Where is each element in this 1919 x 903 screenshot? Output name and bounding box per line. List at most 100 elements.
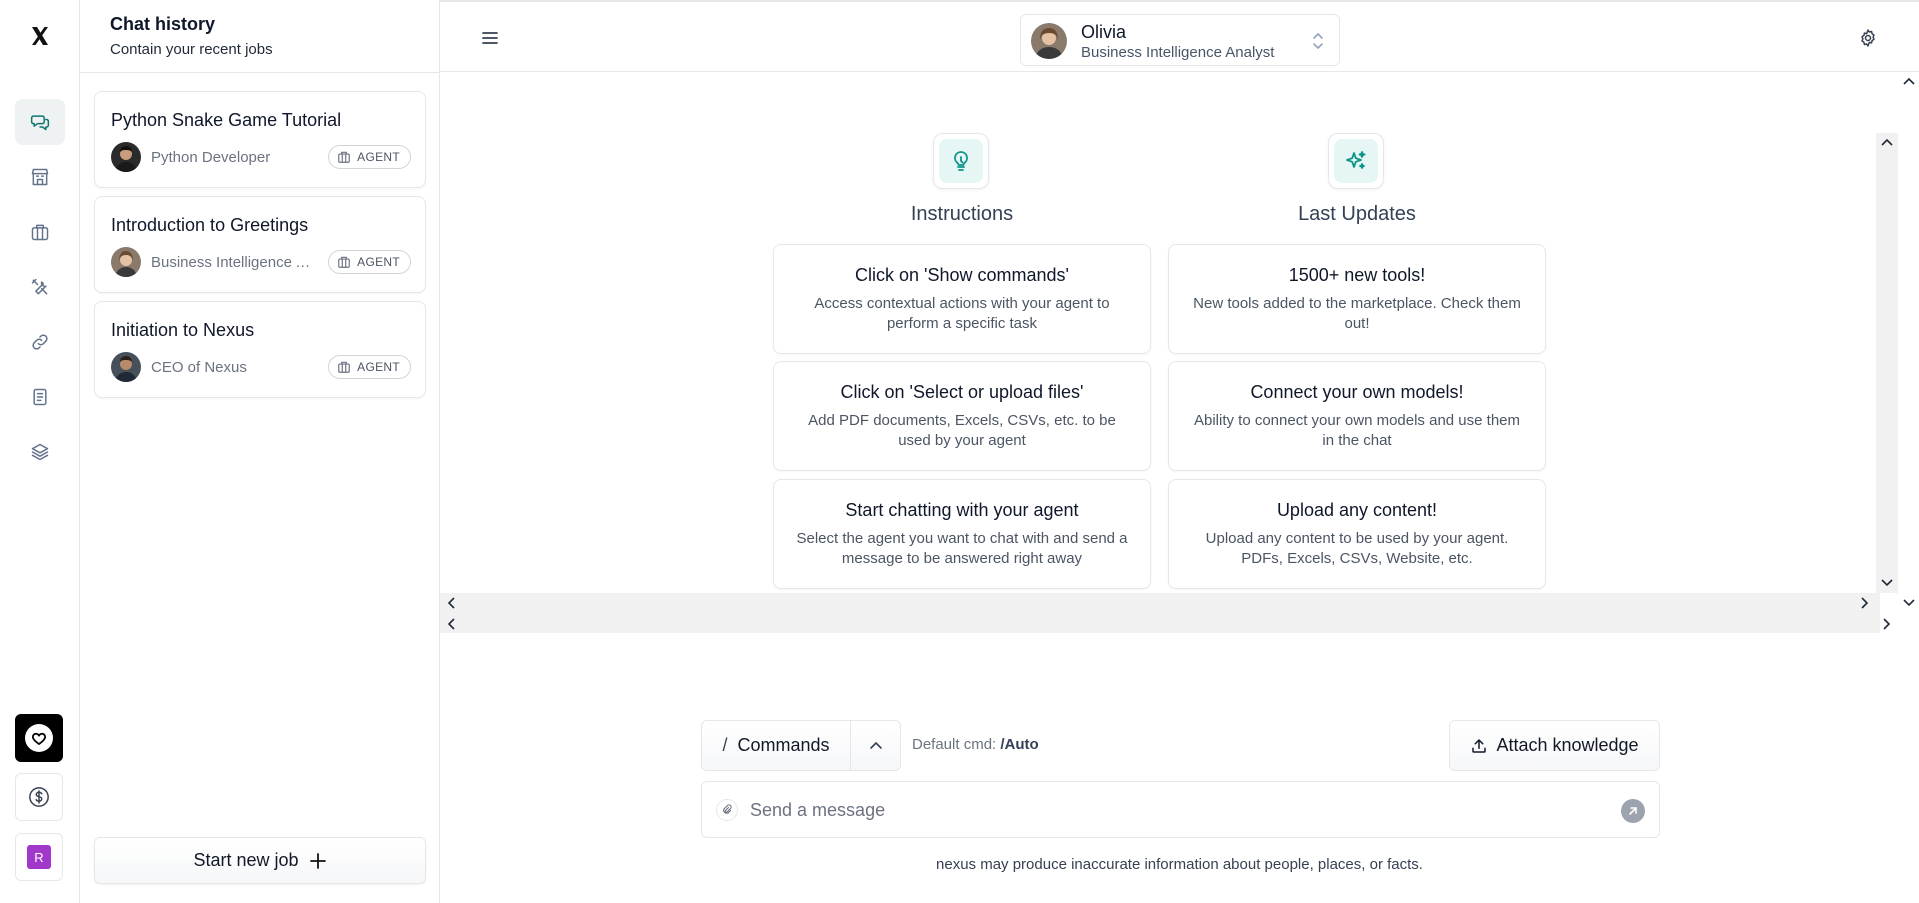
instructions-icon-box [933, 133, 989, 189]
card-description: Ability to connect your own models and u… [1193, 412, 1520, 449]
icon-rail: R [0, 0, 80, 903]
update-card: Upload any content! Upload any content t… [1168, 479, 1546, 589]
layers-icon [31, 443, 49, 461]
agent-role: Python Developer [151, 149, 271, 166]
paperclip-icon [723, 804, 732, 814]
send-button[interactable] [1621, 799, 1645, 823]
divider [80, 72, 440, 73]
agent-badge: AGENT [328, 355, 411, 379]
disclaimer-text: nexus may produce inaccurate information… [936, 856, 1423, 873]
job-card[interactable]: Introduction to Greetings Business Intel… [94, 196, 426, 293]
attach-knowledge-button[interactable]: Attach knowledge [1449, 720, 1660, 771]
agent-name: Olivia [1081, 22, 1127, 42]
agent-avatar [111, 142, 141, 172]
agent-badge: AGENT [328, 145, 411, 169]
agent-role: Business Intelligence Analyst [151, 254, 316, 271]
updates-icon-box [1328, 133, 1384, 189]
card-title: 1500+ new tools! [1288, 265, 1426, 285]
rail-chat-button[interactable] [15, 99, 65, 145]
scroll-down-arrow[interactable] [1902, 596, 1916, 610]
card-title: Connect your own models! [1250, 382, 1464, 402]
vertical-scrollbar[interactable] [1876, 133, 1898, 593]
card-description: Access contextual actions with your agen… [814, 295, 1110, 332]
chevron-up-icon [869, 741, 882, 749]
job-card[interactable]: Python Snake Game Tutorial Python Develo… [94, 91, 426, 188]
briefcase-icon [31, 224, 49, 241]
menu-toggle-button[interactable] [478, 26, 502, 50]
agent-selector[interactable]: Olivia Business Intelligence Analyst [1020, 14, 1340, 66]
rail-links-button[interactable] [15, 319, 65, 365]
chat-history-subtitle: Contain your recent jobs [110, 41, 273, 58]
briefcase-icon [338, 361, 350, 373]
chat-history-title: Chat history [110, 14, 216, 34]
main-area: Olivia Business Intelligence Analyst Ins… [440, 0, 1919, 903]
card-title: Start chatting with your agent [845, 500, 1079, 520]
scroll-up-arrow[interactable] [1902, 74, 1916, 88]
job-title: Python Snake Game Tutorial [111, 110, 342, 130]
agent-role: CEO of Nexus [151, 359, 247, 376]
instructions-title: Instructions [910, 203, 1014, 225]
agent-avatar [111, 247, 141, 277]
gear-icon [1861, 29, 1875, 47]
heart-icon [25, 724, 53, 752]
scroll-down-arrow[interactable] [1880, 576, 1894, 590]
store-icon [31, 168, 49, 186]
rail-store-button[interactable] [15, 154, 65, 200]
scroll-left-arrow[interactable] [444, 617, 458, 631]
card-description: Add PDF documents, Excels, CSVs, etc. to… [808, 412, 1116, 449]
horizontal-scrollbar[interactable] [440, 593, 1880, 633]
document-icon [33, 388, 47, 406]
attach-file-button[interactable] [716, 799, 738, 821]
dollar-coin-icon [29, 787, 49, 807]
scroll-up-arrow[interactable] [1880, 135, 1894, 149]
agent-avatar [111, 352, 141, 382]
lightbulb-icon [954, 151, 968, 171]
scroll-right-arrow[interactable] [1880, 617, 1894, 631]
attach-knowledge-label: Attach knowledge [1496, 735, 1639, 755]
card-description: Upload any content to be used by your ag… [1205, 530, 1509, 567]
scroll-left-arrow[interactable] [444, 596, 458, 610]
billing-button[interactable] [15, 773, 63, 821]
card-title: Click on 'Show commands' [855, 265, 1069, 285]
x-logo-icon [32, 27, 48, 45]
update-card: Connect your own models! Ability to conn… [1168, 361, 1546, 471]
rail-tools-button[interactable] [15, 264, 65, 310]
job-title: Initiation to Nexus [111, 320, 255, 340]
agent-avatar [1031, 23, 1067, 59]
default-command: Default cmd: /Auto [912, 736, 1039, 753]
link-icon [32, 334, 48, 350]
chat-icon [30, 115, 50, 131]
start-new-job-button[interactable]: Start new job [94, 837, 426, 884]
default-command-label: Default cmd: [912, 736, 997, 753]
card-title: Click on 'Select or upload files' [840, 382, 1084, 402]
agent-role: Business Intelligence Analyst [1081, 44, 1275, 61]
rail-documents-button[interactable] [15, 374, 65, 420]
briefcase-icon [338, 256, 350, 268]
rail-layers-button[interactable] [15, 429, 65, 475]
agent-badge-label: AGENT [357, 150, 400, 164]
settings-button[interactable] [1858, 28, 1878, 48]
chat-history-panel: Chat history Contain your recent jobs Py… [80, 0, 440, 903]
hamburger-icon [482, 32, 498, 44]
update-card: 1500+ new tools! New tools added to the … [1168, 244, 1546, 354]
rail-jobs-button[interactable] [15, 209, 65, 255]
job-card[interactable]: Initiation to Nexus CEO of Nexus AGENT [94, 301, 426, 398]
instruction-card: Click on 'Show commands' Access contextu… [773, 244, 1151, 354]
message-input[interactable] [750, 794, 1600, 826]
chevron-updown-icon [1313, 33, 1323, 49]
card-title: Upload any content! [1276, 500, 1438, 520]
send-arrow-icon [1629, 807, 1637, 815]
commands-label: Commands [737, 735, 830, 755]
app-logo[interactable] [0, 0, 80, 72]
user-avatar-button[interactable]: R [15, 833, 63, 881]
commands-expand-button[interactable] [850, 720, 901, 771]
favorites-button[interactable] [15, 714, 63, 762]
agent-badge-label: AGENT [357, 255, 400, 269]
briefcase-icon [338, 151, 350, 163]
commands-button[interactable]: / Commands [701, 720, 851, 771]
agent-badge-label: AGENT [357, 360, 400, 374]
slash-icon: / [722, 735, 728, 755]
scroll-right-arrow[interactable] [1858, 596, 1872, 610]
instruction-card: Start chatting with your agent Select th… [773, 479, 1151, 589]
message-composer [701, 781, 1660, 838]
